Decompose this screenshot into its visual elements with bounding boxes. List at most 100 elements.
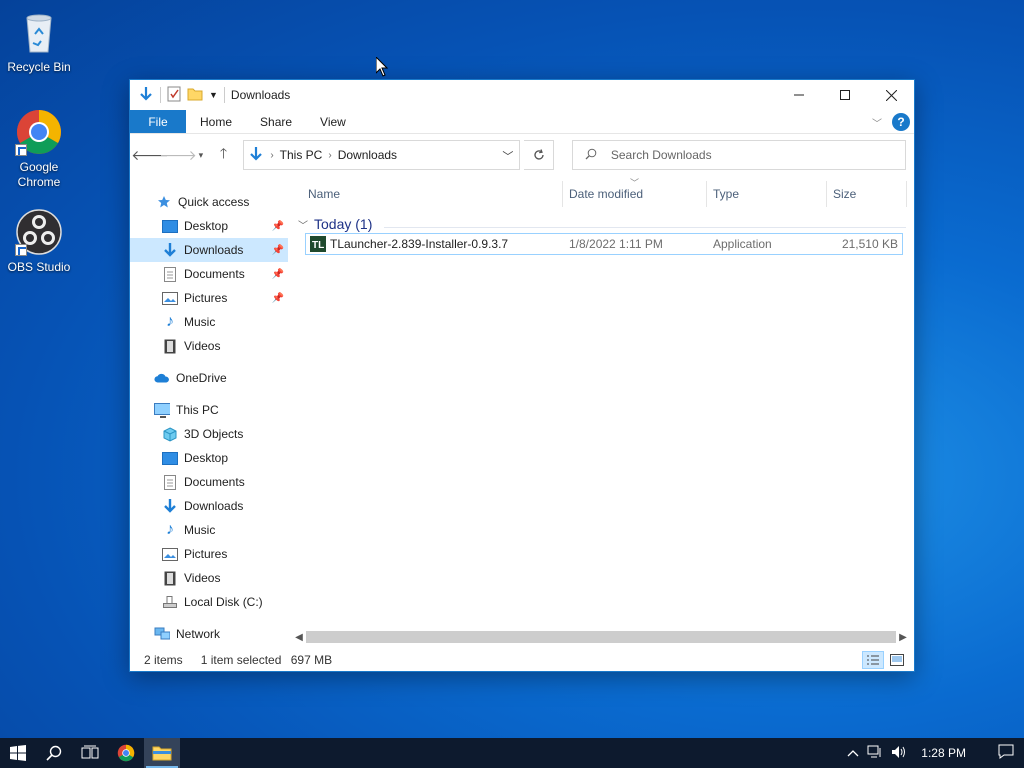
new-folder-icon[interactable] [187,87,203,104]
nav-label: Quick access [178,195,250,209]
desktop-icon [162,450,178,466]
desktop-icon-obs[interactable]: OBS Studio [1,208,77,275]
nav-quick-desktop[interactable]: Desktop 📌 [130,214,288,238]
address-row: 🡐 🡒 ▾ 🡑 › This PC › Downloads ﹀ Search D… [130,134,914,176]
nav-pc-pictures[interactable]: Pictures [130,542,288,566]
taskbar-chrome-icon[interactable] [108,738,144,768]
notification-icon[interactable] [998,744,1014,762]
pin-icon[interactable]: 📌 [272,221,284,232]
forward-button[interactable]: 🡒 [159,143,197,167]
nav-label: This PC [176,403,219,417]
group-header-today[interactable]: ﹀ Today (1) [298,216,372,232]
file-name: TLauncher-2.839-Installer-0.9.3.7 [330,237,509,251]
properties-icon[interactable] [167,86,181,105]
table-row[interactable]: TL TLauncher-2.839-Installer-0.9.3.7 1/8… [305,233,903,255]
breadcrumb-this-pc[interactable]: This PC [280,148,323,162]
ribbon-tabs: File Home Share View ﹀ ? [130,110,914,134]
search-box[interactable]: Search Downloads [571,140,906,170]
title-bar[interactable]: ▼ Downloads [130,80,914,110]
search-icon[interactable] [36,738,72,768]
mouse-cursor-icon [375,55,389,80]
pin-icon[interactable]: 📌 [272,245,284,256]
horizontal-scrollbar[interactable]: ◀ ▶ [292,629,910,645]
help-icon[interactable]: ? [892,113,910,131]
clock[interactable]: 1:28 PM [921,746,966,760]
nav-quick-documents[interactable]: Documents 📌 [130,262,288,286]
nav-quick-access[interactable]: Quick access [130,190,288,214]
scroll-left-icon[interactable]: ◀ [292,632,306,643]
desktop-icon-chrome[interactable]: Google Chrome [1,108,77,190]
nav-pc-downloads[interactable]: Downloads [130,494,288,518]
cube-icon [162,426,178,442]
chrome-icon [15,108,63,156]
column-divider[interactable] [562,181,563,207]
pin-icon[interactable]: 📌 [272,293,284,304]
scroll-right-icon[interactable]: ▶ [896,632,910,643]
expand-ribbon-icon[interactable]: ﹀ [872,115,882,130]
chevron-up-icon[interactable] [847,746,859,760]
shortcut-arrow-icon [15,244,27,256]
nav-onedrive[interactable]: OneDrive [130,366,288,390]
network-tray-icon[interactable] [867,745,883,762]
column-divider[interactable] [906,181,907,207]
qat-separator [160,87,161,103]
nav-quick-music[interactable]: ♪ Music [130,310,288,334]
chevron-right-icon[interactable]: › [328,150,331,161]
large-icons-view-icon[interactable] [886,651,908,669]
music-icon: ♪ [166,313,174,330]
task-view-icon[interactable] [72,738,108,768]
column-divider[interactable] [706,181,707,207]
column-divider[interactable] [826,181,827,207]
minimize-button[interactable] [776,80,822,110]
column-header-name[interactable]: Name [308,181,340,207]
column-header-type[interactable]: Type [713,181,739,207]
nav-quick-videos[interactable]: Videos [130,334,288,358]
nav-pc-3d-objects[interactable]: 3D Objects [130,422,288,446]
address-dropdown-icon[interactable]: ﹀ [502,148,513,164]
nav-pc-desktop[interactable]: Desktop [130,446,288,470]
close-button[interactable] [868,80,914,110]
address-bar[interactable]: › This PC › Downloads ﹀ [243,140,521,170]
tab-home[interactable]: Home [186,110,246,133]
nav-label: Desktop [184,219,229,233]
search-icon [585,148,597,163]
nav-pc-documents[interactable]: Documents [130,470,288,494]
item-count: 2 items [144,653,183,667]
tab-view[interactable]: View [306,110,360,133]
nav-pc-music[interactable]: ♪ Music [130,518,288,542]
column-header-label: Name [308,187,341,201]
desktop-icon-label: OBS Studio [7,260,71,274]
tab-file[interactable]: File [130,110,186,133]
nav-pc-local-disk[interactable]: Local Disk (C:) [130,590,288,614]
taskbar-file-explorer-icon[interactable] [144,738,180,768]
nav-quick-downloads[interactable]: Downloads 📌 [130,238,288,262]
qat-dropdown-icon[interactable]: ▼ [209,90,218,100]
videos-icon [162,570,178,586]
pin-icon[interactable]: 📌 [272,269,284,280]
up-button[interactable]: 🡑 [212,143,236,167]
nav-quick-pictures[interactable]: Pictures 📌 [130,286,288,310]
downloads-icon [162,242,178,258]
explorer-body: Quick access Desktop 📌 Downloads 📌 Docum… [130,176,914,649]
sort-indicator-icon: ﹀ [630,178,640,188]
nav-network[interactable]: Network [130,622,288,646]
recent-locations-dropdown[interactable]: ▾ [194,143,208,167]
desktop-icon-label: Google Chrome [17,160,61,189]
breadcrumb-downloads[interactable]: Downloads [338,148,397,162]
desktop-icon-recycle-bin[interactable]: Recycle Bin [1,8,77,75]
nav-this-pc[interactable]: This PC [130,398,288,422]
start-button[interactable] [0,738,36,768]
details-view-icon[interactable] [862,651,884,669]
scroll-track[interactable] [306,631,896,643]
chevron-right-icon[interactable]: › [270,150,273,161]
documents-icon [162,474,178,490]
volume-icon[interactable] [891,745,907,762]
refresh-button[interactable] [524,140,554,170]
status-bar: 2 items 1 item selected 697 MB [130,649,914,671]
file-size: 21,510 KB [841,237,898,251]
nav-pc-videos[interactable]: Videos [130,566,288,590]
column-header-size[interactable]: Size [833,181,856,207]
tab-share[interactable]: Share [246,110,306,133]
maximize-button[interactable] [822,80,868,110]
scroll-thumb[interactable] [306,631,896,643]
